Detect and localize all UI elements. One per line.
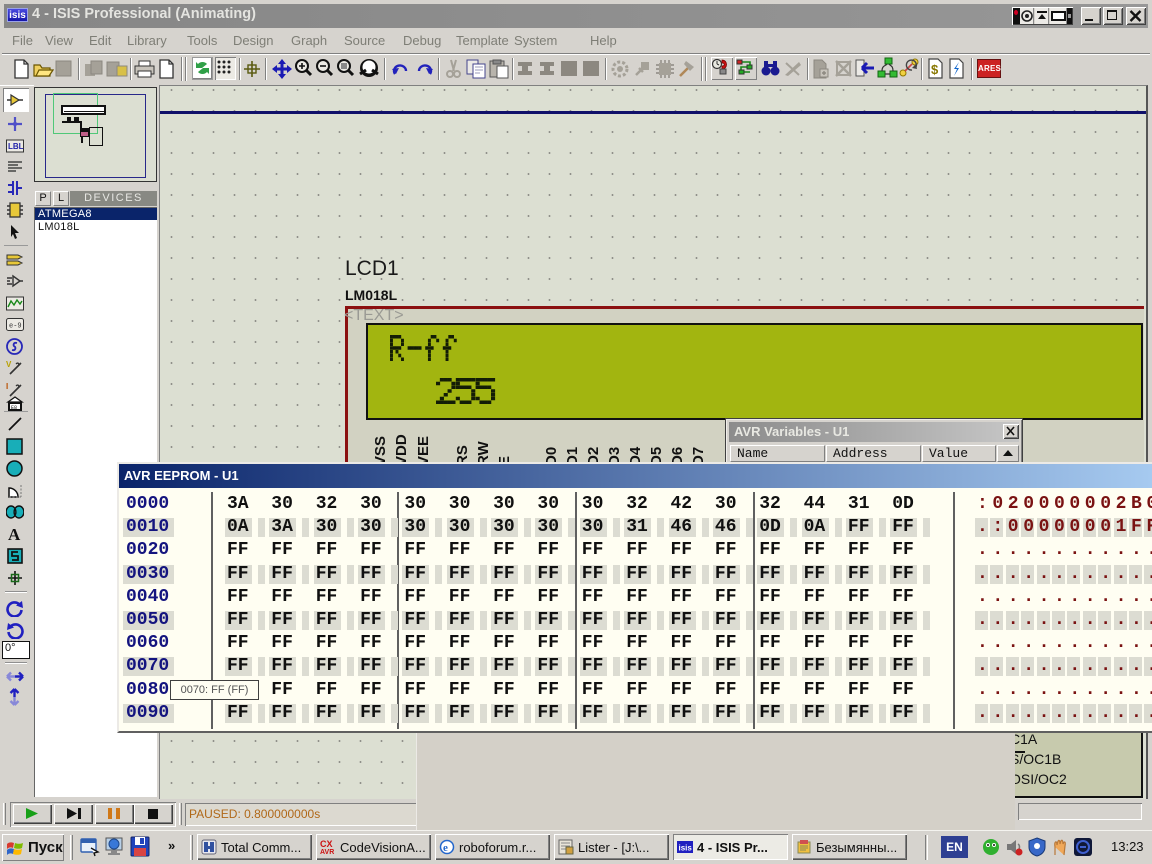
svg-text:e-9: e-9 xyxy=(9,323,22,331)
svg-text:isis: isis xyxy=(679,844,693,853)
svg-text:LBL: LBL xyxy=(8,142,24,151)
svg-text:AVR: AVR xyxy=(320,849,334,855)
svg-text:A: A xyxy=(8,526,21,542)
svg-text:V: V xyxy=(6,360,12,369)
svg-text:CX: CX xyxy=(320,839,333,849)
svg-text:$: $ xyxy=(931,62,939,77)
svg-text:e: e xyxy=(443,842,448,854)
svg-text:I: I xyxy=(6,382,8,391)
